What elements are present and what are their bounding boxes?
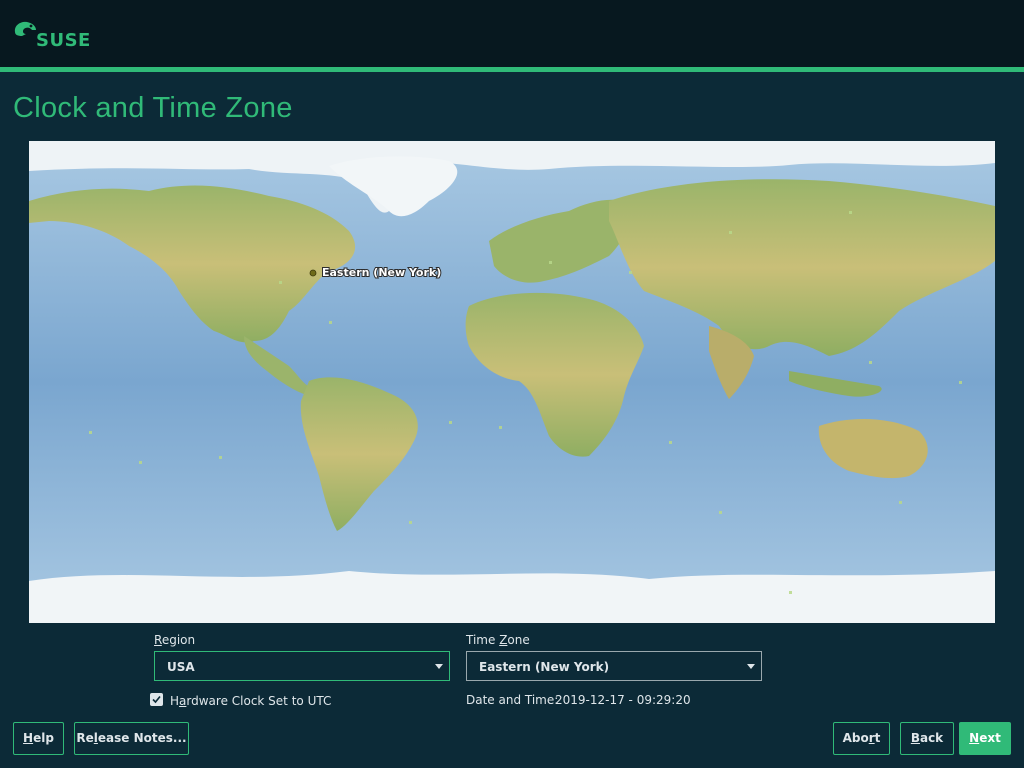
map-marker-label: Eastern (New York) <box>322 266 441 279</box>
timezone-value: Eastern (New York) <box>479 660 610 674</box>
timezone-label: Time Zone <box>466 633 530 647</box>
location-dot-icon <box>309 269 317 277</box>
chameleon-logo-icon <box>14 21 37 36</box>
next-button[interactable]: Next <box>959 722 1011 755</box>
date-time-value: 2019-12-17 - 09:29:20 <box>555 693 691 707</box>
date-time-label: Date and Time: <box>466 693 559 707</box>
timezone-marker[interactable]: Eastern (New York) <box>309 265 442 280</box>
logo-text: SUSE <box>36 30 91 51</box>
dropdown-arrow-icon <box>747 664 755 669</box>
dropdown-arrow-icon <box>435 664 443 669</box>
hardware-clock-label[interactable]: Hardware Clock Set to UTC <box>170 694 331 708</box>
page-title: Clock and Time Zone <box>13 92 293 124</box>
world-map[interactable]: Eastern (New York) <box>29 141 995 623</box>
timezone-select[interactable]: Eastern (New York) <box>466 651 762 681</box>
region-label: Region <box>154 633 196 647</box>
region-select[interactable]: USA <box>154 651 450 681</box>
header-accent-bar <box>0 67 1024 72</box>
help-button[interactable]: Help <box>13 722 64 755</box>
suse-logo: SUSE <box>12 16 91 56</box>
release-notes-button[interactable]: Release Notes... <box>74 722 189 755</box>
hardware-clock-checkbox[interactable] <box>150 693 163 706</box>
region-value: USA <box>167 660 195 674</box>
top-bar: SUSE <box>0 0 1024 67</box>
back-button[interactable]: Back <box>900 722 954 755</box>
checkmark-icon <box>152 695 161 704</box>
abort-button[interactable]: Abort <box>833 722 890 755</box>
